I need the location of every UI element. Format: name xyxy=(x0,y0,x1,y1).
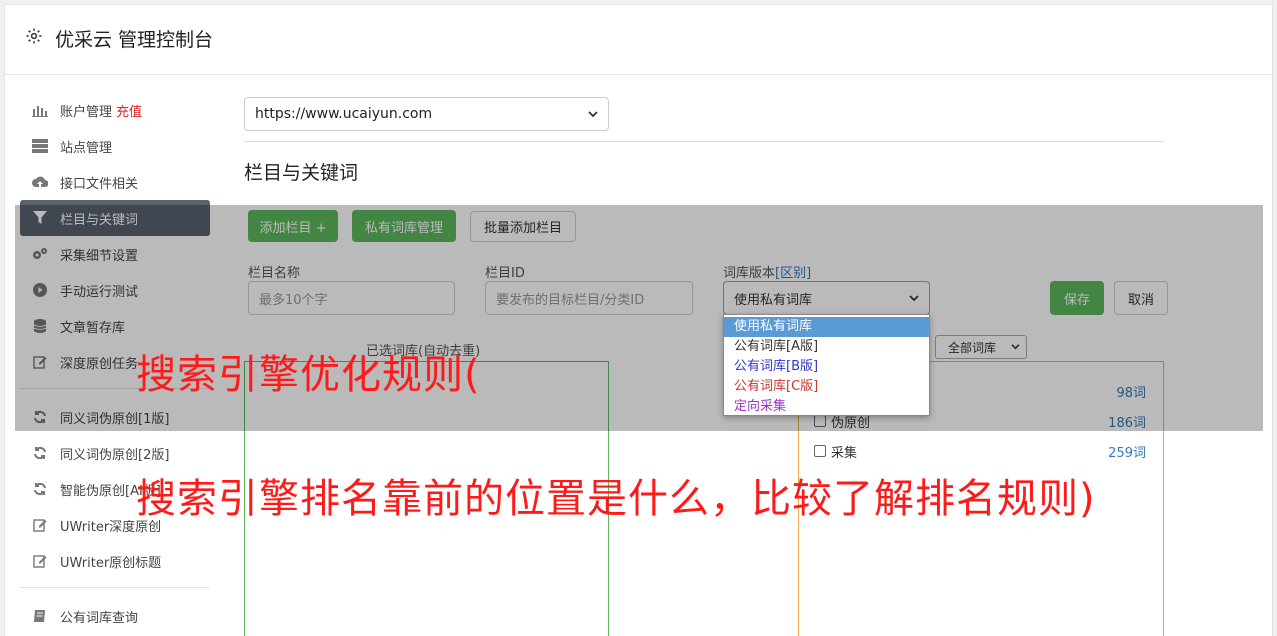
overlay-headline-2: 搜索引擎排名靠前的位置是什么，比较了解排名规则) xyxy=(136,476,1096,522)
overlay-headline-1: 搜索引擎优化规则( xyxy=(136,352,481,398)
refresh-icon xyxy=(32,481,48,497)
lib-item-count: 259词 xyxy=(1108,445,1146,461)
list-item[interactable]: 采集 259词 xyxy=(814,441,1146,461)
sidebar-item-uwriter-title[interactable]: UWriter原创标题 xyxy=(20,543,210,579)
sidebar-divider xyxy=(20,587,210,588)
site-select[interactable]: https://www.ucaiyun.com xyxy=(244,97,609,131)
sidebar-item-label: 同义词伪原创[2版] xyxy=(60,447,170,463)
lib-item-label: 采集 xyxy=(831,445,858,461)
sidebar-item-public-lib[interactable]: 公有词库查询 xyxy=(20,598,210,634)
chevron-down-icon xyxy=(588,110,598,117)
lib-version-dropdown: 使用私有词库 公有词库[A版] 公有词库[B版] 公有词库[C版] 定向采集 xyxy=(723,314,930,416)
site-select-value: https://www.ucaiyun.com xyxy=(255,106,433,122)
dropdown-option-directed[interactable]: 定向采集 xyxy=(724,397,929,417)
sidebar-item-sites[interactable]: 站点管理 xyxy=(20,128,210,164)
sidebar-item-label: 站点管理 xyxy=(60,140,113,156)
sidebar-item-account[interactable]: 账户管理 充值 xyxy=(20,92,210,128)
dropdown-option-public-c[interactable]: 公有词库[C版] xyxy=(724,377,929,397)
gear-icon xyxy=(26,28,42,44)
edit-icon xyxy=(32,517,48,533)
page-title: 优采云 管理控制台 xyxy=(55,29,214,51)
lib-checkbox[interactable] xyxy=(814,444,826,457)
sidebar-item-label: 公有词库查询 xyxy=(60,610,139,626)
bar-chart-icon xyxy=(32,102,48,118)
dropdown-option-public-a[interactable]: 公有词库[A版] xyxy=(724,337,929,357)
dropdown-option-public-b[interactable]: 公有词库[B版] xyxy=(724,357,929,377)
book-icon xyxy=(32,608,48,624)
server-icon xyxy=(32,138,48,154)
sidebar-item-label: 接口文件相关 xyxy=(60,176,139,192)
page-header: 优采云 管理控制台 xyxy=(5,5,1272,75)
sidebar-item-label: UWriter原创标题 xyxy=(60,555,162,571)
section-divider xyxy=(244,141,1164,142)
cloud-upload-icon xyxy=(32,174,48,190)
dropdown-option-private[interactable]: 使用私有词库 xyxy=(724,317,929,337)
refresh-icon xyxy=(32,445,48,461)
sidebar-item-label: 账户管理 xyxy=(60,104,113,120)
edit-icon xyxy=(32,553,48,569)
sidebar-item-interface-files[interactable]: 接口文件相关 xyxy=(20,164,210,200)
recharge-link[interactable]: 充值 xyxy=(116,101,142,120)
section-title: 栏目与关键词 xyxy=(244,162,359,184)
